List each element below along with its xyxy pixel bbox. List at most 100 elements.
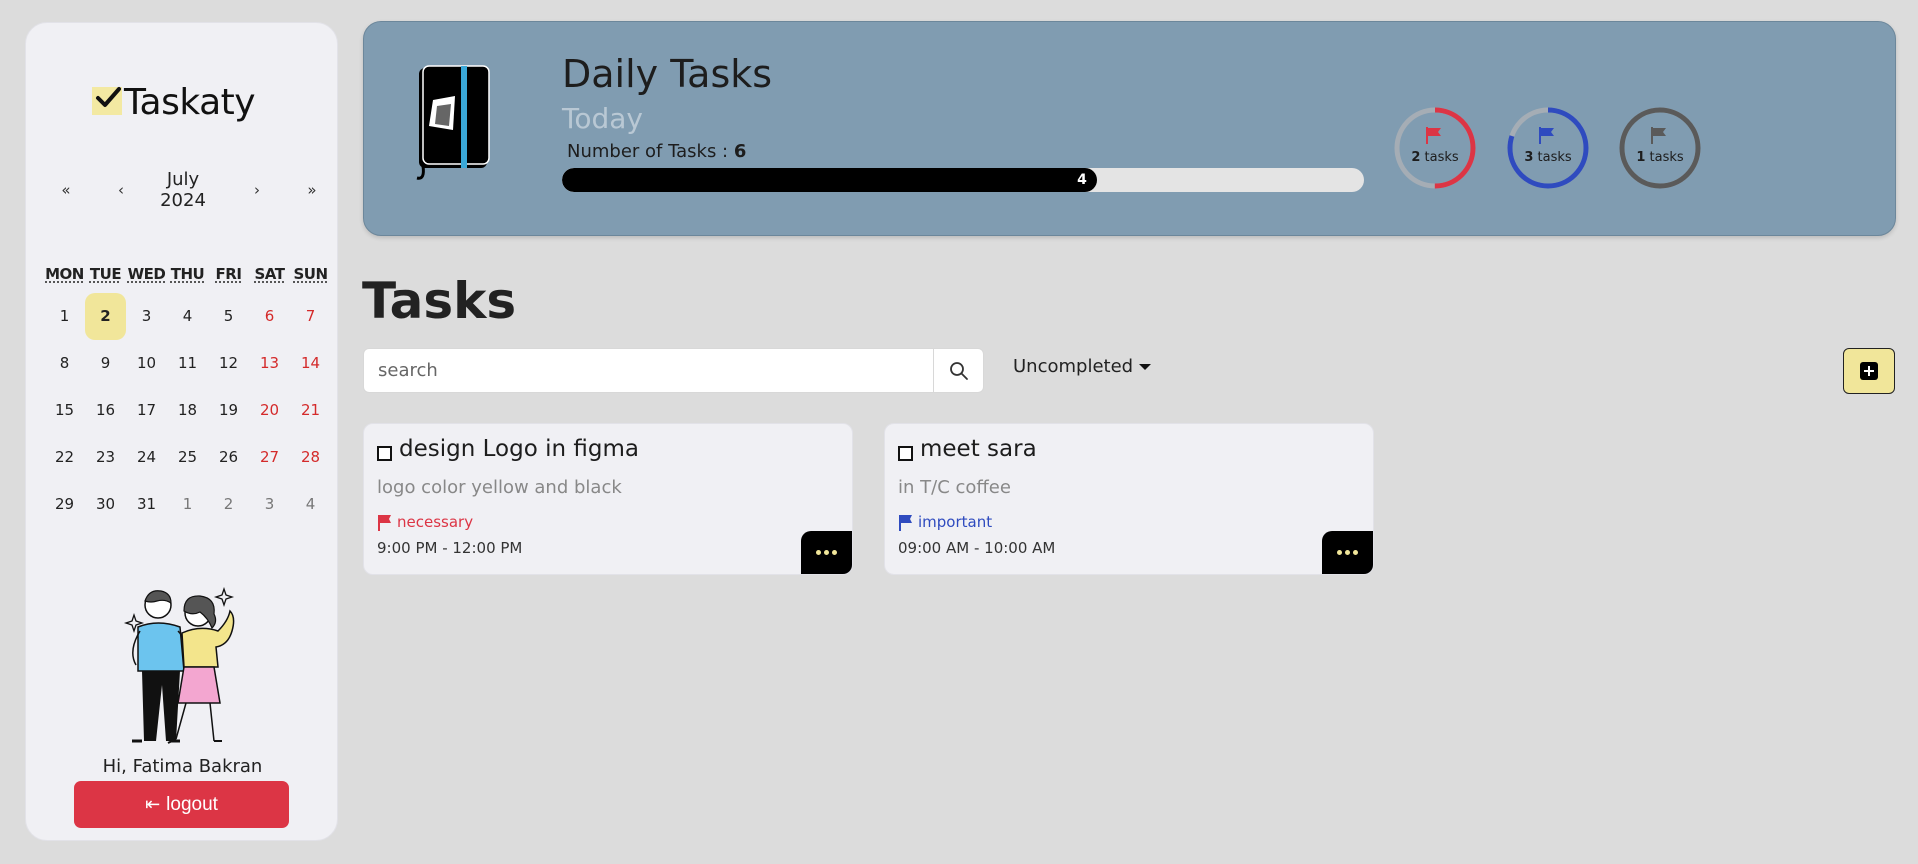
calendar-day[interactable]: 6: [249, 293, 290, 340]
calendar-day[interactable]: 15: [44, 387, 85, 434]
banner-subtitle: Today: [562, 102, 643, 135]
calendar-day[interactable]: 3: [126, 293, 167, 340]
plus-square-icon: [1860, 362, 1878, 380]
task-time: 9:00 PM - 12:00 PM: [377, 539, 523, 557]
caret-down-icon: [1139, 363, 1152, 370]
calendar-day[interactable]: 26: [208, 434, 249, 481]
calendar-day[interactable]: 4: [167, 293, 208, 340]
ring-unit: tasks: [1649, 150, 1684, 165]
ring-count: 1: [1636, 150, 1646, 165]
calendar-day[interactable]: 14: [290, 340, 331, 387]
calendar-week: 1 2 3 4 5 6 7: [44, 293, 331, 340]
search-bar: [363, 348, 984, 393]
ring-chart: [1394, 107, 1476, 189]
calendar-day-next-month[interactable]: 4: [290, 481, 331, 528]
calendar-week: 8 9 10 11 12 13 14: [44, 340, 331, 387]
checkmark-icon: [92, 87, 122, 115]
task-priority-tag: necessary: [377, 513, 473, 531]
ring-count: 3: [1524, 150, 1534, 165]
calendar-day[interactable]: 21: [290, 387, 331, 434]
add-task-button[interactable]: [1843, 348, 1895, 394]
calendar-day[interactable]: 20: [249, 387, 290, 434]
calendar-day[interactable]: 5: [208, 293, 249, 340]
calendar-day-next-month[interactable]: 3: [249, 481, 290, 528]
calendar-year: 2024: [160, 190, 206, 211]
task-time: 09:00 AM - 10:00 AM: [898, 539, 1056, 557]
calendar-day[interactable]: 12: [208, 340, 249, 387]
calendar-day[interactable]: 27: [249, 434, 290, 481]
logout-button[interactable]: ⇤ logout: [74, 781, 289, 828]
task-checkbox[interactable]: [377, 446, 392, 461]
task-more-button[interactable]: [1322, 531, 1373, 574]
calendar-day-selected[interactable]: 2: [85, 293, 126, 340]
task-description: logo color yellow and black: [377, 477, 622, 498]
calendar-next-year-button[interactable]: »: [297, 181, 327, 199]
task-title: meet sara: [920, 436, 1037, 462]
red-flag-icon: [1426, 127, 1441, 144]
calendar-prev-month-button[interactable]: ‹: [106, 181, 136, 199]
red-flag-icon: [378, 514, 391, 531]
task-checkbox[interactable]: [898, 446, 913, 461]
ring-chart: [1619, 107, 1701, 189]
calendar-prev-year-button[interactable]: «: [51, 181, 81, 199]
task-description: in T/C coffee: [898, 477, 1011, 498]
task-progress-fill: 4: [562, 168, 1097, 192]
necessary-tasks-ring[interactable]: 2 tasks: [1393, 106, 1477, 190]
sidebar: Taskaty « ‹ July 2024 › » MON TUE WED TH…: [25, 22, 338, 841]
calendar-day[interactable]: 13: [249, 340, 290, 387]
calendar-next-month-button[interactable]: ›: [242, 181, 272, 199]
logo-text: Taskaty: [124, 81, 256, 123]
user-greeting: Hi, Fatima Bakran: [102, 756, 263, 777]
blue-flag-icon: [1539, 127, 1554, 144]
task-count-value: 6: [733, 141, 747, 162]
search-button[interactable]: [933, 349, 983, 392]
task-progress-bar: 4: [562, 168, 1364, 192]
calendar-day[interactable]: 10: [126, 340, 167, 387]
calendar-day[interactable]: 16: [85, 387, 126, 434]
search-input[interactable]: [364, 349, 933, 392]
calendar-day[interactable]: 23: [85, 434, 126, 481]
gray-flag-icon: [1651, 127, 1666, 144]
calendar-day-next-month[interactable]: 1: [167, 481, 208, 528]
calendar-day[interactable]: 19: [208, 387, 249, 434]
task-count: Number of Tasks : 6: [567, 141, 746, 162]
calendar-day[interactable]: 25: [167, 434, 208, 481]
search-icon: [949, 361, 968, 380]
calendar-month-label[interactable]: July 2024: [143, 169, 223, 211]
weekday-label: SAT: [254, 265, 285, 283]
weekday-label: FRI: [215, 265, 242, 283]
banner-title: Daily Tasks: [562, 52, 773, 96]
weekday-label: MON: [45, 265, 84, 283]
calendar-day[interactable]: 9: [85, 340, 126, 387]
calendar-day[interactable]: 31: [126, 481, 167, 528]
calendar-day[interactable]: 22: [44, 434, 85, 481]
calendar-day[interactable]: 1: [44, 293, 85, 340]
calendar-day[interactable]: 24: [126, 434, 167, 481]
calendar-day[interactable]: 7: [290, 293, 331, 340]
calendar-day[interactable]: 8: [44, 340, 85, 387]
calendar-day-next-month[interactable]: 2: [208, 481, 249, 528]
ellipsis-icon: [1337, 550, 1358, 555]
calendar-day[interactable]: 17: [126, 387, 167, 434]
normal-tasks-ring[interactable]: 1 tasks: [1618, 106, 1702, 190]
calendar-day[interactable]: 30: [85, 481, 126, 528]
ring-chart: [1507, 107, 1589, 189]
task-card[interactable]: meet sara in T/C coffee important 09:00 …: [884, 423, 1374, 575]
status-filter-label: Uncompleted: [1013, 356, 1134, 377]
calendar-month: July: [166, 169, 200, 190]
status-filter-dropdown[interactable]: Uncompleted: [1013, 356, 1152, 377]
calendar-week: 29 30 31 1 2 3 4: [44, 481, 331, 528]
calendar-day[interactable]: 29: [44, 481, 85, 528]
calendar-day[interactable]: 18: [167, 387, 208, 434]
task-more-button[interactable]: [801, 531, 852, 574]
calendar-day[interactable]: 28: [290, 434, 331, 481]
app-logo[interactable]: Taskaty: [92, 77, 256, 127]
task-card[interactable]: design Logo in figma logo color yellow a…: [363, 423, 853, 575]
task-priority-tag: important: [898, 513, 992, 531]
weekday-label: THU: [170, 265, 205, 283]
calendar-day[interactable]: 11: [167, 340, 208, 387]
ellipsis-icon: [816, 550, 837, 555]
important-tasks-ring[interactable]: 3 tasks: [1506, 106, 1590, 190]
task-count-label: Number of Tasks :: [567, 141, 734, 162]
blue-flag-icon: [899, 514, 912, 531]
